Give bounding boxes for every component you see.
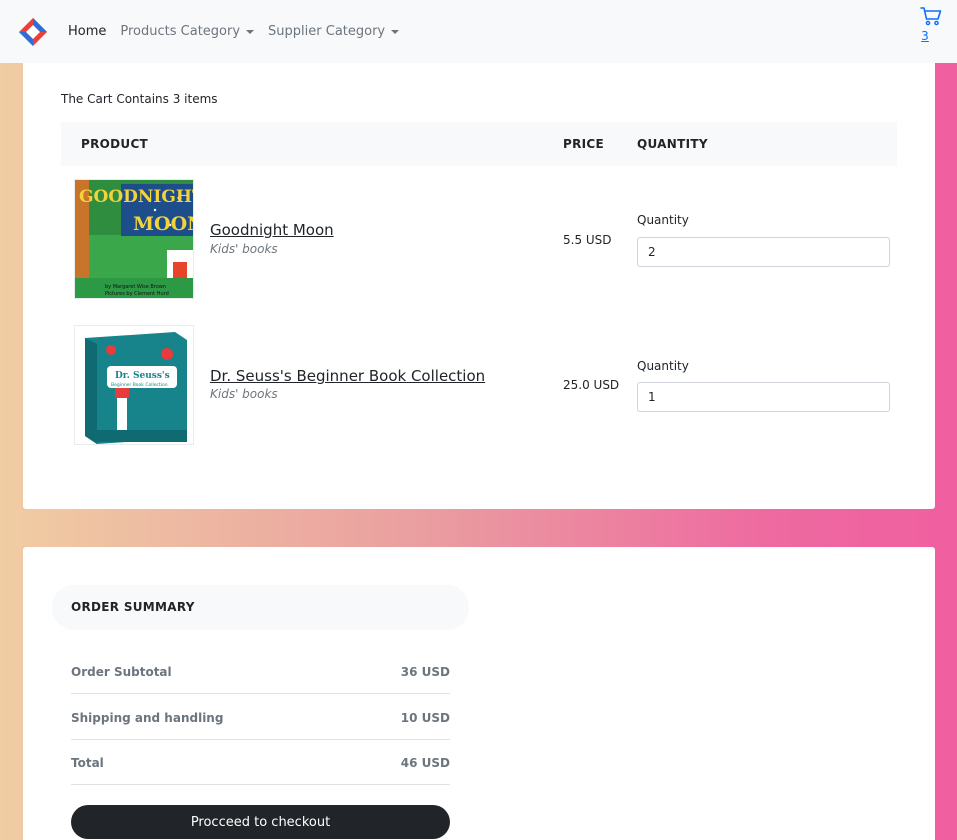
product-category: Kids' books — [210, 242, 278, 256]
quantity-label: Quantity — [637, 213, 689, 227]
nav-supplier-category-label: Supplier Category — [268, 24, 386, 39]
nav-supplier-category-dropdown[interactable]: Supplier Category — [268, 24, 400, 39]
quantity-input[interactable] — [637, 382, 890, 412]
chevron-down-icon — [246, 29, 255, 34]
order-summary-card: ORDER SUMMARY Order Subtotal 36 USD Ship… — [23, 547, 935, 840]
shipping-value: 10 USD — [400, 711, 450, 725]
cart-card: The Cart Contains 3 items PRODUCT PRICE … — [23, 63, 935, 509]
header-product: PRODUCT — [81, 137, 149, 151]
summary-row-subtotal: Order Subtotal 36 USD — [71, 648, 450, 694]
header-price: PRICE — [563, 137, 605, 151]
cart-link[interactable]: 3 — [920, 6, 942, 43]
cover-title-dr-seuss: Dr. Seuss's — [115, 371, 170, 381]
cart-items-count-text: The Cart Contains 3 items — [61, 92, 218, 106]
order-summary-header: ORDER SUMMARY — [52, 585, 469, 630]
product-name-link[interactable]: Dr. Seuss's Beginner Book Collection — [210, 367, 485, 385]
order-summary-title: ORDER SUMMARY — [71, 600, 195, 614]
nav-home[interactable]: Home — [68, 24, 106, 39]
cover-title-goodnight: GOODNIGHT — [79, 187, 194, 207]
quantity-input[interactable] — [637, 237, 890, 267]
chevron-down-icon — [391, 29, 400, 34]
brand-logo-icon[interactable] — [18, 17, 48, 47]
header-quantity: QUANTITY — [637, 137, 708, 151]
summary-row-total: Total 46 USD — [71, 739, 450, 785]
product-image-dr-seuss-collection[interactable]: Dr. Seuss's Beginner Book Collection — [74, 325, 194, 445]
nav-products-category-dropdown[interactable]: Products Category — [120, 24, 255, 39]
table-row: Dr. Seuss's Beginner Book Collection Dr.… — [61, 325, 897, 447]
checkout-button[interactable]: Procceed to checkout — [71, 805, 450, 839]
cart-count-badge: 3 — [921, 29, 929, 43]
navbar: Home Products Category Supplier Category… — [0, 0, 957, 63]
product-name-link[interactable]: Goodnight Moon — [210, 221, 334, 239]
quantity-label: Quantity — [637, 359, 689, 373]
subtotal-value: 36 USD — [400, 665, 450, 679]
cover-title-collection: Beginner Book Collection — [111, 382, 168, 388]
total-value: 46 USD — [400, 756, 450, 770]
shipping-label: Shipping and handling — [71, 711, 224, 725]
total-label: Total — [71, 756, 104, 770]
subtotal-label: Order Subtotal — [71, 665, 172, 679]
product-price: 5.5 USD — [563, 233, 612, 247]
summary-row-shipping: Shipping and handling 10 USD — [71, 694, 450, 740]
product-price: 25.0 USD — [563, 378, 620, 392]
table-row: GOODNIGHT MOON by Margaret Wise Brown Pi… — [61, 179, 897, 301]
cart-table-header: PRODUCT PRICE QUANTITY — [61, 122, 897, 166]
product-category: Kids' books — [210, 387, 278, 401]
shopping-cart-icon — [920, 6, 942, 30]
cover-title-moon: MOON — [133, 213, 194, 235]
nav-products-category-label: Products Category — [120, 24, 241, 39]
cover-credit-illustrator: Pictures by Clement Hurd — [105, 291, 169, 297]
product-image-goodnight-moon[interactable]: GOODNIGHT MOON by Margaret Wise Brown Pi… — [74, 179, 194, 299]
cover-credit-author: by Margaret Wise Brown — [105, 284, 166, 290]
